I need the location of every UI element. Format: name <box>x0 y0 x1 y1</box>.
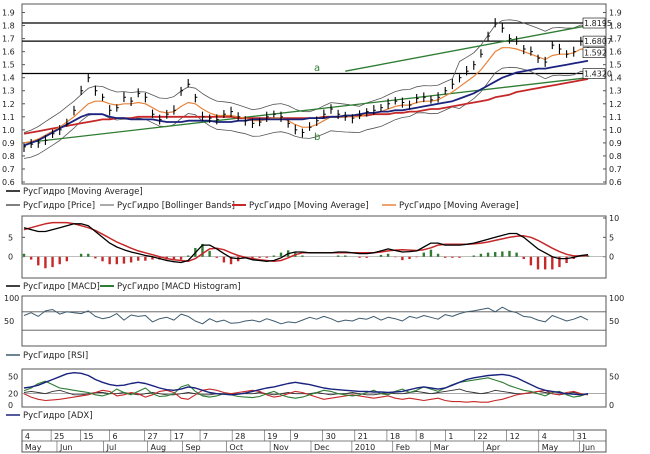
rsi-ytick-label-left-1: 50 <box>4 317 14 326</box>
macd-legend: РусГидро [MACD] РусГидро [MACD Histogram… <box>6 282 241 292</box>
time-day-label-11: 21 <box>358 432 368 441</box>
price-ytick-label-right-10: 1.6 <box>609 48 622 57</box>
price-ytick-label-left-0: 0.6 <box>2 178 15 187</box>
price-ytick-label-right-1: 0.7 <box>609 165 622 174</box>
macd-ytick-label-left-1: 0 <box>8 253 13 262</box>
time-month-label-1: Jun <box>59 443 73 452</box>
rsi-panel: 100 50 100 50 <box>4 294 624 347</box>
legend-ma-label: РусГидро [Moving Average] <box>23 187 143 197</box>
price-ytick-label-left-4: 1.0 <box>2 126 15 135</box>
adx-ytick-label-right-0: 50 <box>609 373 619 382</box>
adx-ytick-label-right-1: 0 <box>609 401 614 410</box>
legend-bollinger-label: РусГидро [Bollinger Bands] <box>117 201 235 211</box>
time-day-label-18: 31 <box>577 432 587 441</box>
time-day-label-14: 1 <box>448 432 453 441</box>
price-ytick-label-left-2: 0.8 <box>2 152 15 161</box>
time-day-label-0: 4 <box>25 432 30 441</box>
time-day-label-1: 25 <box>54 432 64 441</box>
time-day-label-12: 18 <box>390 432 400 441</box>
adx-ytick-label-left-0: 50 <box>8 373 18 382</box>
time-month-label-0: May <box>25 443 42 452</box>
price-ytick-label-right-7: 1.3 <box>609 87 622 96</box>
annotation-a: a <box>314 63 320 74</box>
price-value-label-2: 1.592 <box>584 49 607 58</box>
price-ytick-label-left-3: 0.9 <box>2 139 15 148</box>
time-day-label-13: 8 <box>419 432 424 441</box>
price-value-label-1: 1.6807 <box>584 37 612 46</box>
adx-ytick-label-left-1: 20 <box>8 390 18 399</box>
time-day-label-6: 7 <box>203 432 208 441</box>
price-panel: 0.6 0.6 0.7 0.7 0.8 0.8 0.9 0.9 1.0 1.0 1.1 1.1 1.2 1… <box>2 3 622 187</box>
price-ytick-label-left-12: 1.8 <box>2 22 15 31</box>
time-day-label-4: 27 <box>148 432 158 441</box>
macd-ytick-label-right-2: 0 <box>609 253 614 262</box>
macd-ytick-label-right-0: 10 <box>609 214 619 223</box>
time-day-label-15: 22 <box>478 432 488 441</box>
legend-rsi-label: РусГидро [RSI] <box>23 351 88 361</box>
price-value-label-0: 1.8195 <box>584 19 612 28</box>
price-ytick-label-left-13: 1.9 <box>2 9 15 18</box>
price-ytick-label-left-11: 1.7 <box>2 35 15 44</box>
annotation-b: b <box>314 132 320 143</box>
rsi-ytick-label-right-0: 100 <box>609 294 624 303</box>
time-month-label-6: Nov <box>273 443 289 452</box>
time-month-label-3: Aug <box>150 443 166 452</box>
price-ytick-label-right-9: 1.5 <box>609 61 622 70</box>
time-month-label-13: Jun <box>582 443 596 452</box>
price-ytick-label-right-4: 1.0 <box>609 126 622 135</box>
macd-ytick-label-right-1: 5 <box>609 233 614 242</box>
time-day-label-10: 30 <box>326 432 336 441</box>
time-day-label-8: 19 <box>267 432 277 441</box>
rsi-ytick-label-left-0: 100 <box>4 294 19 303</box>
adx-panel: 50 20 0 50 0 <box>8 368 619 410</box>
price-ytick-label-right-2: 0.8 <box>609 152 622 161</box>
time-day-label-5: 17 <box>174 432 184 441</box>
time-day-label-17: 4 <box>542 432 547 441</box>
price-ytick-label-right-6: 1.2 <box>609 100 622 109</box>
time-month-label-9: Feb <box>396 443 410 452</box>
price-ytick-label-right-0: 0.6 <box>609 178 622 187</box>
adx-plot-frame <box>21 368 607 408</box>
adx-ytick-label-left-2: 0 <box>8 401 13 410</box>
rsi-ytick-label-right-1: 50 <box>609 317 619 326</box>
price-ytick-label-left-6: 1.2 <box>2 100 15 109</box>
price-ytick-label-left-5: 1.1 <box>2 113 15 122</box>
time-month-label-4: Sep <box>186 443 201 452</box>
time-day-label-9: 9 <box>294 432 299 441</box>
time-day-label-7: 28 <box>235 432 245 441</box>
price-ytick-label-right-3: 0.9 <box>609 139 622 148</box>
macd-ytick-label-left-0: 5 <box>8 233 13 242</box>
time-axis: 4 25 15 6 27 17 7 28 19 9 30 21 18 8 1 22 12 4 31 May Jun Ju… <box>21 429 607 453</box>
time-day-label-16: 12 <box>510 432 520 441</box>
price-value-label-3: 1.4320 <box>584 70 612 79</box>
price-ytick-label-left-10: 1.6 <box>2 48 15 57</box>
price-ytick-label-left-7: 1.3 <box>2 87 15 96</box>
time-month-label-5: Oct <box>229 443 243 452</box>
chart-window: 0.6 0.6 0.7 0.7 0.8 0.8 0.9 0.9 1.0 1.0 1.1 1.1 1.2 1… <box>0 0 650 454</box>
rsi-plot-frame <box>21 295 607 347</box>
legend-macd-hist-label: РусГидро [MACD Histogram] <box>117 282 241 292</box>
price-ytick-label-left-8: 1.4 <box>2 74 15 83</box>
legend-adx-label: РусГидро [ADX] <box>23 411 93 421</box>
time-day-label-3: 6 <box>113 432 118 441</box>
legend-ma-orange-label: РусГидро [Moving Average] <box>399 201 519 211</box>
time-month-label-12: May <box>542 443 559 452</box>
price-ytick-label-right-5: 1.1 <box>609 113 622 122</box>
price-ytick-label-right-13: 1.9 <box>609 9 622 18</box>
macd-plot-frame <box>21 215 607 279</box>
price-ytick-label-left-9: 1.5 <box>2 61 15 70</box>
legend-macd-label: РусГидро [MACD] <box>23 282 100 292</box>
macd-panel: 5 0 10 5 0 <box>8 214 619 279</box>
time-day-label-2: 15 <box>83 432 93 441</box>
time-month-label-8: 2010 <box>355 443 375 452</box>
time-month-label-10: Mar <box>434 443 450 452</box>
price-plot-frame <box>21 3 607 185</box>
legend-price-label: РусГидро [Price] <box>23 201 95 211</box>
time-month-label-2: Jul <box>106 443 117 452</box>
legend-ma-red-label: РусГидро [Moving Average] <box>249 201 369 211</box>
price-ytick-label-left-1: 0.7 <box>2 165 15 174</box>
time-month-label-11: Apr <box>486 443 501 452</box>
time-month-label-7: Dec <box>314 443 329 452</box>
